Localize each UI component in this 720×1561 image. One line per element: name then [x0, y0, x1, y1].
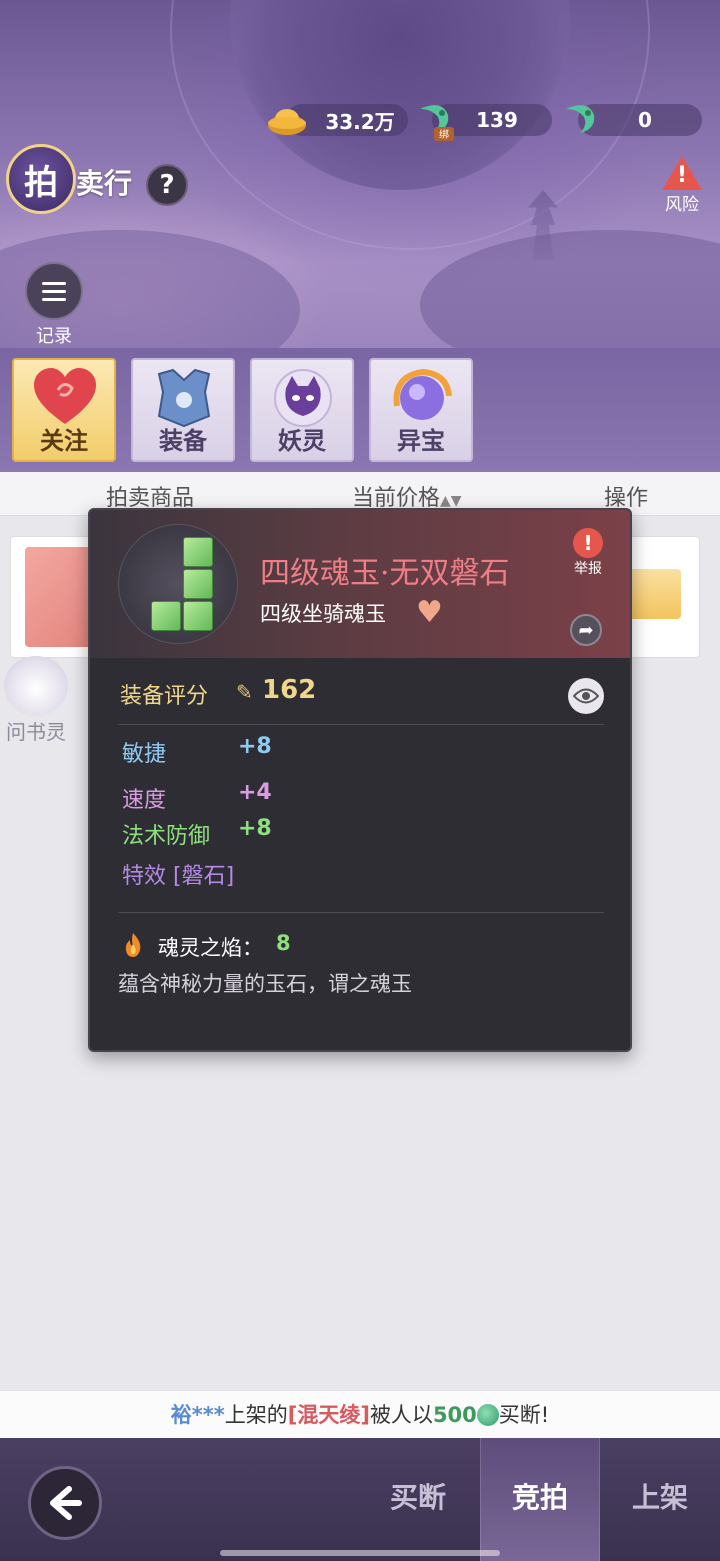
ticker-price: 500: [432, 1403, 477, 1427]
category-tab-follow[interactable]: 关注: [12, 358, 116, 462]
eye-icon[interactable]: [568, 678, 604, 714]
category-label: 异宝: [397, 427, 445, 455]
favorite-heart-icon[interactable]: ♥: [416, 598, 450, 628]
item-icon-frame: [118, 524, 238, 644]
category-label: 装备: [159, 427, 207, 455]
score-label: 装备评分: [120, 684, 209, 709]
ticker-item: [混天绫]: [287, 1403, 370, 1427]
flame-icon: [125, 933, 141, 957]
ticker-user: 裕***: [170, 1403, 225, 1427]
bottom-nav: 买断 竞拍 上架: [0, 1438, 720, 1561]
category-label: 关注: [40, 427, 88, 455]
treasure-orb-icon: [393, 368, 452, 420]
spirit-icon: [274, 369, 332, 427]
attr-effect: 特效 [磐石]: [122, 864, 235, 889]
records-label: 记录: [36, 326, 72, 347]
risk-label: 风险: [665, 195, 699, 215]
bound-badge-text: 绑: [439, 129, 449, 141]
ticker-text: 买断!: [498, 1403, 550, 1427]
heart-icon: [34, 368, 96, 424]
announcement-ticker: 裕***上架的[混天绫]被人以500 买断!: [0, 1390, 720, 1438]
item-description: 蕴含神秘力量的玉石，谓之魂玉: [118, 972, 412, 996]
logo-emblem: 拍: [6, 144, 76, 214]
soul-flame-value: 8: [276, 931, 291, 955]
gold-amount: 33.2万: [325, 109, 395, 134]
attr-name: 敏捷: [122, 742, 167, 767]
bound-jade-dragon-icon: 绑: [420, 105, 454, 141]
jade-dragon-icon: [566, 105, 595, 133]
back-arrow-icon: [50, 1486, 82, 1520]
score-value: 162: [262, 675, 317, 705]
jade-amount: 0: [638, 108, 652, 132]
risk-button[interactable]: ! 风险: [656, 156, 708, 215]
divider: [118, 724, 604, 725]
divider: [118, 912, 604, 913]
share-icon[interactable]: ➦: [570, 614, 602, 646]
alert-icon: !: [573, 528, 603, 558]
report-label: 举报: [574, 561, 602, 577]
jade-block: [183, 537, 213, 567]
attr-name: 速度: [122, 788, 167, 813]
back-button[interactable]: [28, 1466, 102, 1540]
helper-label: 问书灵: [6, 720, 66, 744]
jade-coin-icon: [476, 1404, 499, 1426]
item-detail-popup: 四级魂玉·无双磐石 四级坐骑魂玉 ♥ ! 举报 ➦ 装备评分 ✎ 162 敏捷 …: [88, 508, 632, 1052]
item-name: 四级魂玉·无双磐石: [260, 556, 510, 591]
help-button[interactable]: ?: [146, 164, 188, 206]
list-icon: [25, 262, 83, 320]
warning-icon: !: [662, 156, 702, 190]
armor-icon: [157, 368, 211, 428]
brush-icon: ✎: [236, 680, 253, 704]
records-button[interactable]: 记录: [22, 262, 86, 348]
category-bar: 关注 装备 妖灵 异宝: [0, 348, 720, 472]
category-label: 妖灵: [278, 427, 326, 455]
sort-icon: ▲▼: [440, 493, 462, 509]
bound-jade-amount: 139: [476, 108, 518, 132]
hill-decor: [420, 230, 720, 348]
tab-buyout[interactable]: 买断: [358, 1438, 478, 1561]
attr-name: 法术防御: [122, 824, 211, 849]
tab-bid[interactable]: 竞拍: [480, 1438, 600, 1561]
category-tab-equipment[interactable]: 装备: [131, 358, 235, 462]
ticker-text: 上架的: [224, 1403, 288, 1427]
attr-value: +4: [238, 780, 272, 805]
page-title: 卖行: [76, 167, 133, 200]
jade-block: [183, 601, 213, 631]
home-indicator: [220, 1550, 500, 1556]
helper-button[interactable]: 问书灵: [0, 656, 72, 745]
gold-ingot-icon: [268, 109, 306, 135]
header-banner: 33.2万 139 绑 0 拍 卖行 ? ! 风险 记录: [0, 0, 720, 348]
jade-block: [151, 601, 181, 631]
eye-glyph: [573, 688, 599, 704]
auction-logo: 拍 卖行 ?: [0, 140, 200, 220]
attr-value: +8: [238, 734, 272, 759]
jade-block: [183, 569, 213, 599]
popup-header: 四级魂玉·无双磐石 四级坐骑魂玉 ♥ ! 举报 ➦: [90, 510, 630, 658]
tab-list[interactable]: 上架: [600, 1438, 720, 1561]
item-type: 四级坐骑魂玉: [260, 602, 386, 626]
helper-avatar: [4, 656, 68, 716]
category-tab-treasure[interactable]: 异宝: [369, 358, 473, 462]
report-button[interactable]: ! 举报: [568, 528, 608, 578]
attr-value: +8: [238, 816, 272, 841]
category-tab-spirit[interactable]: 妖灵: [250, 358, 354, 462]
ticker-text: 被人以: [369, 1403, 433, 1427]
soul-flame-label: 魂灵之焰：: [158, 936, 263, 960]
